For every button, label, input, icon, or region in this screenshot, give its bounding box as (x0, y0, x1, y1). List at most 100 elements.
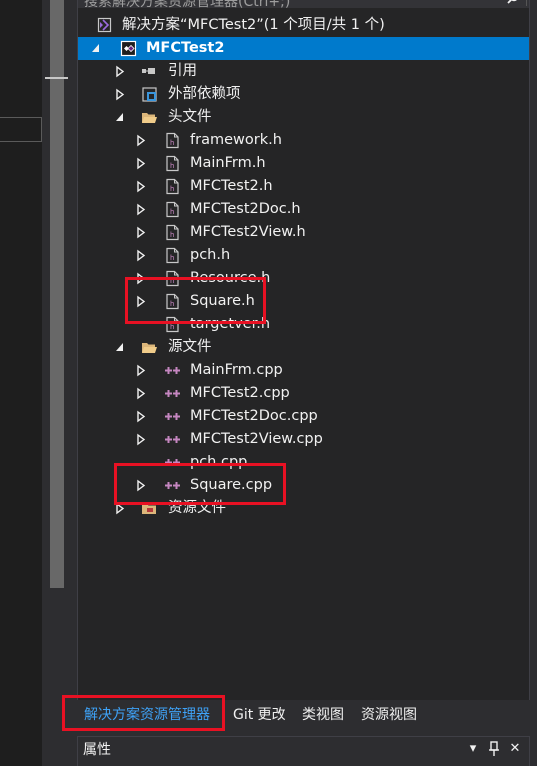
expanded-icon[interactable] (90, 37, 102, 60)
close-icon[interactable]: ✕ (508, 741, 522, 757)
header-file-label: MFCTest2.h (190, 178, 273, 194)
collapsed-icon[interactable] (135, 175, 147, 198)
tree-item-header-file[interactable]: h Resource.h (78, 267, 529, 290)
tree-item-header-file[interactable]: h MFCTest2Doc.h (78, 198, 529, 221)
tree-item-header-file[interactable]: h MFCTest2.h (78, 175, 529, 198)
collapsed-icon[interactable] (135, 382, 147, 405)
collapsed-icon[interactable] (114, 60, 126, 83)
cpp-file-icon (165, 390, 180, 397)
scrollbar-thumb[interactable] (50, 0, 64, 588)
editor-field[interactable] (0, 117, 42, 142)
tab-resource-view[interactable]: 资源视图 (361, 700, 417, 730)
resource-files-label: 资源文件 (168, 500, 226, 516)
project-label: MFCTest2 (146, 40, 225, 56)
tree-item-source-file[interactable]: Square.cpp (78, 474, 529, 497)
svg-text:h: h (170, 323, 174, 331)
tree-item-source-file[interactable]: MainFrm.cpp (78, 359, 529, 382)
search-icon[interactable] (507, 0, 519, 4)
project-icon (120, 40, 137, 57)
panel-splitter[interactable] (68, 0, 77, 766)
properties-panel: 属性 ▾ ✕ (77, 736, 530, 766)
header-file-label: Square.h (190, 293, 255, 309)
header-file-icon: h (166, 270, 179, 287)
scrollbar-marker (45, 77, 69, 79)
tree-item-source-file[interactable]: MFCTest2.cpp (78, 382, 529, 405)
source-file-label: MFCTest2Doc.cpp (190, 408, 318, 424)
collapsed-icon[interactable] (135, 267, 147, 290)
external-deps-icon (142, 87, 157, 102)
solution-label: 解决方案“MFCTest2”(1 个项目/共 1 个) (122, 17, 385, 33)
explorer-tab-strip: 解决方案资源管理器 Git 更改 类视图 资源视图 (77, 700, 537, 730)
tree-item-header-file[interactable]: h MFCTest2View.h (78, 221, 529, 244)
tree-item-source-files[interactable]: 源文件 (78, 336, 529, 359)
source-file-label: Square.cpp (190, 477, 273, 493)
search-box[interactable]: 搜索解决方案资源管理器(Ctrl+;) (78, 0, 529, 8)
tree-item-source-file[interactable]: pch.cpp (78, 451, 529, 474)
svg-text:h: h (170, 277, 174, 285)
header-file-label: targetver.h (190, 316, 271, 332)
source-file-label: MFCTest2View.cpp (190, 431, 323, 447)
header-file-icon: h (166, 178, 179, 195)
expanded-icon[interactable] (114, 336, 126, 359)
collapsed-icon[interactable] (114, 83, 126, 106)
header-file-icon: h (166, 224, 179, 241)
collapsed-icon[interactable] (135, 405, 147, 428)
svg-text:h: h (170, 231, 174, 239)
header-file-icon: h (166, 132, 179, 149)
expanded-icon[interactable] (114, 106, 126, 129)
header-file-icon: h (166, 155, 179, 172)
header-file-icon: h (166, 201, 179, 218)
collapsed-icon[interactable] (135, 198, 147, 221)
tab-git-changes[interactable]: Git 更改 (233, 700, 286, 730)
collapsed-icon[interactable] (135, 474, 147, 497)
cpp-file-icon (165, 367, 180, 374)
tree-item-resource-files[interactable]: 资源文件 (78, 497, 529, 520)
folder-open-icon (142, 343, 157, 353)
header-file-label: MainFrm.h (190, 155, 266, 171)
header-file-icon: h (166, 247, 179, 264)
tree-item-header-files[interactable]: 头文件 (78, 106, 529, 129)
svg-text:h: h (170, 185, 174, 193)
collapsed-icon[interactable] (114, 497, 126, 520)
search-placeholder: 搜索解决方案资源管理器(Ctrl+;) (84, 0, 291, 8)
tree-item-header-file[interactable]: h pch.h (78, 244, 529, 267)
collapsed-icon[interactable] (135, 359, 147, 382)
tree-item-source-file[interactable]: MFCTest2Doc.cpp (78, 405, 529, 428)
tree-item-header-file[interactable]: h framework.h (78, 129, 529, 152)
tab-class-view[interactable]: 类视图 (302, 700, 344, 730)
dropdown-icon[interactable]: ▾ (466, 741, 480, 757)
tree-item-project[interactable]: MFCTest2 (78, 37, 529, 60)
tree-item-header-file[interactable]: h Square.h (78, 290, 529, 313)
search-separator (526, 0, 527, 6)
source-file-label: MFCTest2.cpp (190, 385, 290, 401)
tree-item-header-file[interactable]: h targetver.h (78, 313, 529, 336)
collapsed-icon[interactable] (135, 244, 147, 267)
svg-text:h: h (170, 162, 174, 170)
tree-item-solution[interactable]: 解决方案“MFCTest2”(1 个项目/共 1 个) (78, 14, 529, 37)
header-files-label: 头文件 (168, 109, 212, 125)
source-files-label: 源文件 (168, 339, 212, 355)
tree-item-header-file[interactable]: h MainFrm.h (78, 152, 529, 175)
header-file-icon: h (166, 316, 179, 333)
tree-item-source-file[interactable]: MFCTest2View.cpp (78, 428, 529, 451)
pin-icon[interactable] (487, 741, 501, 757)
resource-folder-icon (142, 504, 156, 514)
external-deps-label: 外部依赖项 (168, 86, 241, 102)
header-file-label: pch.h (190, 247, 231, 263)
collapsed-icon[interactable] (135, 129, 147, 152)
header-file-label: MFCTest2Doc.h (190, 201, 301, 217)
header-file-label: Resource.h (190, 270, 271, 286)
cpp-file-icon (165, 436, 180, 443)
collapsed-icon[interactable] (135, 152, 147, 175)
solution-explorer: 搜索解决方案资源管理器(Ctrl+;) 解决方案“MFCTest2”(1 个项目… (77, 0, 530, 700)
collapsed-icon[interactable] (135, 221, 147, 244)
cpp-file-icon (165, 413, 180, 420)
tab-solution-explorer[interactable]: 解决方案资源管理器 (84, 700, 210, 730)
source-file-label: MainFrm.cpp (190, 362, 283, 378)
tree-item-external-deps[interactable]: 外部依赖项 (78, 83, 529, 106)
tree-item-references[interactable]: 引用 (78, 60, 529, 83)
header-file-label: framework.h (190, 132, 282, 148)
collapsed-icon[interactable] (135, 290, 147, 313)
svg-text:h: h (170, 300, 174, 308)
collapsed-icon[interactable] (135, 428, 147, 451)
